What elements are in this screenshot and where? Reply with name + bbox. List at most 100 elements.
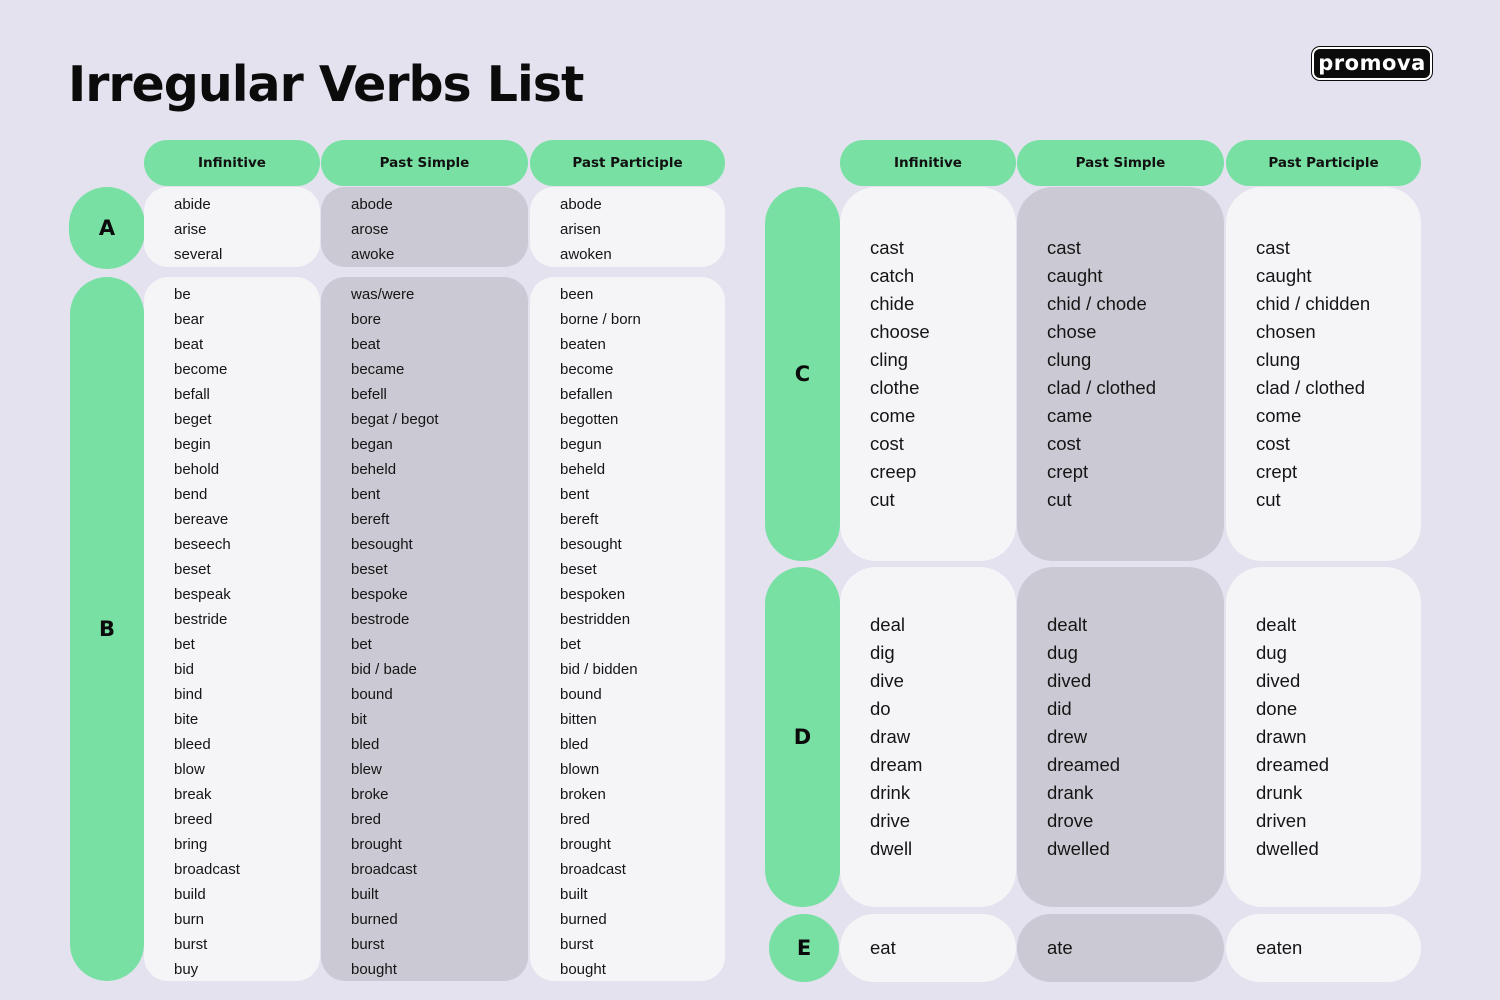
verb-past-participle: abode (560, 196, 602, 213)
verb-past-simple: burst (351, 936, 385, 953)
verb-infinitive: bleed (174, 736, 211, 753)
verb-infinitive: breed (174, 811, 213, 828)
verb-infinitive: chide (870, 293, 915, 314)
verb-infinitive: bespeak (174, 586, 231, 603)
header-infinitive: Infinitive (144, 140, 320, 186)
verb-past-participle: bound (560, 686, 602, 703)
letter-badge-a: A (69, 187, 145, 269)
verb-infinitive: broadcast (174, 861, 240, 878)
verb-past-participle: besought (560, 536, 622, 553)
verb-past-participle: borne / born (560, 311, 641, 328)
verb-past-participle: built (560, 886, 588, 903)
verb-past-participle: bestridden (560, 611, 631, 628)
verb-past-participle: bent (560, 486, 590, 503)
verb-past-simple: burned (351, 911, 398, 928)
verb-infinitive: beget (174, 411, 212, 428)
verb-past-participle: bled (560, 736, 589, 753)
verb-infinitive: dig (870, 642, 895, 663)
verb-past-participle: awoken (560, 246, 612, 263)
verb-list: eat (840, 934, 896, 962)
verb-past-simple: drank (1047, 782, 1094, 803)
verb-past-participle: become (560, 361, 614, 378)
verb-past-simple: dwelled (1047, 838, 1110, 859)
verb-past-simple: dealt (1047, 614, 1088, 635)
verb-past-participle: drunk (1256, 782, 1303, 803)
verb-past-simple: cast (1047, 237, 1081, 258)
verb-infinitive: dive (870, 670, 904, 691)
verb-infinitive: bring (174, 836, 208, 853)
group-e-past-participle: eaten (1226, 914, 1421, 982)
group-b-past-participle: been borne / born beaten become befallen bego… (530, 277, 725, 981)
group-b-infinitive: be bear beat become befall beget begin behold be… (144, 277, 320, 981)
verb-past-simple: blew (351, 761, 382, 778)
group-d-infinitive: deal dig dive do draw dream drink drive dwell (840, 567, 1016, 907)
verb-past-simple: chid / chode (1047, 293, 1147, 314)
verb-past-simple: bound (351, 686, 393, 703)
verb-past-participle: bet (560, 636, 581, 653)
verb-past-simple: chose (1047, 321, 1097, 342)
verb-list: dealt dug dived did drew dreamed drank drove dwe… (1017, 611, 1120, 863)
letter-badge-e: E (769, 914, 839, 982)
verb-past-simple: caught (1047, 265, 1103, 286)
group-a-past-simple: abode arose awoke (321, 187, 528, 267)
verb-infinitive: catch (870, 265, 915, 286)
verb-infinitive: eat (870, 937, 896, 958)
verb-past-participle: bespoken (560, 586, 626, 603)
verb-past-simple: ate (1047, 937, 1073, 958)
verb-list: was/were bore beat became befell begat / bego… (321, 277, 528, 982)
verb-past-participle: brought (560, 836, 611, 853)
header-past-participle: Past Participle (530, 140, 725, 186)
verb-past-participle: begotten (560, 411, 619, 428)
group-d-past-participle: dealt dug dived done drawn dreamed drunk driven… (1226, 567, 1421, 907)
verb-infinitive: dwell (870, 838, 913, 859)
verb-past-participle: chosen (1256, 321, 1316, 342)
verb-infinitive: do (870, 698, 891, 719)
page-title: Irregular Verbs List (68, 56, 584, 113)
verb-past-simple: drew (1047, 726, 1088, 747)
header-past-simple: Past Simple (1017, 140, 1224, 186)
verb-past-simple: cut (1047, 489, 1072, 510)
verb-infinitive: burn (174, 911, 205, 928)
verb-list: abode arose awoke (321, 187, 528, 267)
verb-infinitive: creep (870, 461, 917, 482)
group-c-infinitive: cast catch chide choose cling clothe come cost c… (840, 187, 1016, 561)
verb-list: abode arisen awoken (530, 187, 725, 267)
letter-badge-c: C (765, 187, 840, 561)
header-past-participle: Past Participle (1226, 140, 1421, 186)
verb-list: ate (1017, 934, 1073, 962)
verb-infinitive: build (174, 886, 206, 903)
verb-infinitive: drink (870, 782, 911, 803)
verb-infinitive: several (174, 246, 223, 263)
verb-past-simple: beheld (351, 461, 397, 478)
verb-past-simple: bore (351, 311, 382, 328)
header-infinitive: Infinitive (840, 140, 1016, 186)
verb-past-participle: begun (560, 436, 602, 453)
verb-infinitive: bite (174, 711, 199, 728)
verb-past-simple: brought (351, 836, 402, 853)
promova-logo: promova (1312, 47, 1432, 80)
verb-infinitive: arise (174, 221, 207, 238)
group-b-past-simple: was/were bore beat became befell begat / bego… (321, 277, 528, 981)
verb-past-participle: dug (1256, 642, 1287, 663)
group-c-past-simple: cast caught chid / chode chose clung clad / c… (1017, 187, 1224, 561)
verb-past-participle: cost (1256, 433, 1290, 454)
verb-infinitive: dream (870, 754, 923, 775)
verb-infinitive: clothe (870, 377, 920, 398)
verb-past-simple: bought (351, 961, 397, 978)
verb-past-simple: broadcast (351, 861, 417, 878)
verb-infinitive: beset (174, 561, 211, 578)
letter-badge-d: D (765, 567, 840, 907)
verb-past-participle: burned (560, 911, 607, 928)
verb-past-participle: driven (1256, 810, 1307, 831)
verb-past-participle: cut (1256, 489, 1281, 510)
verb-past-simple: bred (351, 811, 382, 828)
verb-past-simple: dived (1047, 670, 1092, 691)
verb-past-simple: besought (351, 536, 413, 553)
verb-past-participle: burst (560, 936, 594, 953)
verb-infinitive: behold (174, 461, 220, 478)
group-c-past-participle: cast caught chid / chidden chosen clung clad … (1226, 187, 1421, 561)
verb-infinitive: blow (174, 761, 205, 778)
verb-list: dealt dug dived done drawn dreamed drunk driven… (1226, 611, 1329, 863)
verb-past-simple: broke (351, 786, 389, 803)
verb-past-participle: arisen (560, 221, 601, 238)
